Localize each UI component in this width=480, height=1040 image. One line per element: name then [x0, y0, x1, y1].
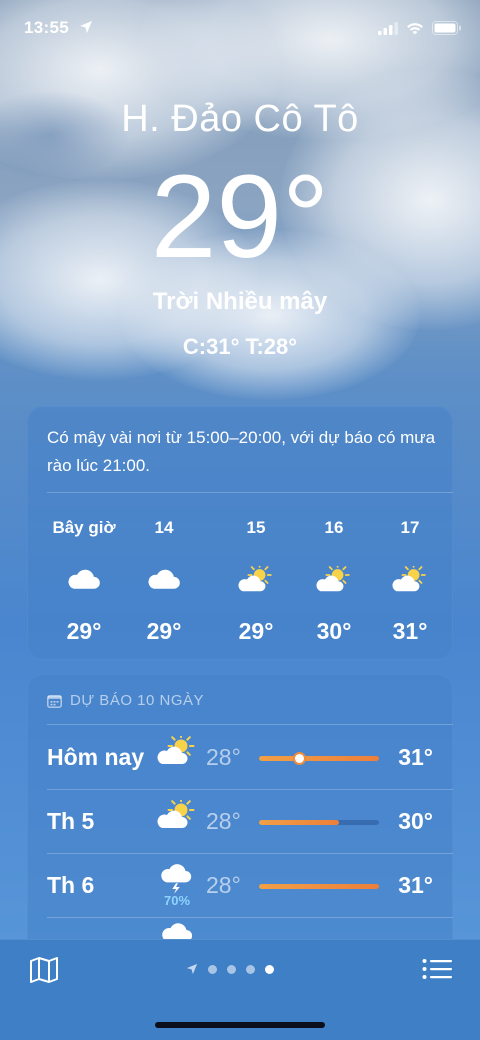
partly-sunny-icon [216, 554, 296, 604]
temperature-range-fill [259, 820, 339, 825]
hour-temperature: 29° [66, 618, 102, 644]
cloud-icon [124, 554, 204, 604]
list-icon[interactable] [422, 958, 452, 980]
current-temperature: 29° [150, 151, 330, 283]
daily-row[interactable]: Th 5 28° 30° [27, 790, 453, 854]
home-indicator [155, 1022, 325, 1028]
status-bar: 13:55 [0, 18, 480, 44]
hourly-item: 15 29° [216, 518, 296, 645]
temperature-range-bar [259, 884, 379, 889]
temperature-range-fill [259, 884, 379, 889]
divider [47, 917, 453, 918]
location-name: H. Đảo Cô Tô [121, 98, 359, 140]
location-arrow-icon [80, 21, 92, 33]
partly-sunny-icon [370, 554, 450, 604]
partly-sunny-icon [157, 800, 197, 844]
hour-label: 17 [400, 518, 420, 537]
partly-sunny-icon [294, 554, 374, 604]
wifi-icon [407, 22, 423, 34]
forecast-summary: Có mây vài nơi từ 15:00–20:00, với dự bá… [47, 428, 436, 475]
page-dot[interactable] [227, 964, 236, 974]
cellular-signal-icon [378, 21, 398, 35]
ten-day-forecast-card[interactable]: DỰ BÁO 10 NGÀY Hôm nay 28° 31° Th 5 28° 30° Th… [27, 674, 453, 974]
cloud-icon [44, 554, 124, 604]
current-temp-marker [294, 754, 304, 763]
daily-row[interactable]: Th 6 70% 28° 31° [27, 854, 453, 918]
hour-temperature: 29° [146, 618, 182, 644]
weather-condition: Trời Nhiều mây [152, 288, 328, 315]
day-label: Th 6 [47, 872, 95, 898]
hourly-item: 14 29° [124, 518, 204, 645]
temperature-range-bar [259, 754, 379, 763]
thunderstorm-icon: 70% [157, 864, 197, 908]
page-dot-active[interactable] [265, 964, 274, 974]
divider [47, 724, 453, 725]
temperature-range-fill [259, 756, 379, 761]
day-label: Th 5 [47, 808, 95, 834]
high-temperature: 31° [398, 872, 433, 898]
hourly-item: 17 31° [370, 518, 450, 645]
hour-label: 16 [324, 518, 344, 537]
temperature-range-bar [259, 820, 379, 825]
battery-icon [432, 21, 461, 35]
status-time: 13:55 [24, 18, 69, 37]
location-arrow-icon [186, 963, 198, 975]
day-label: Hôm nay [47, 744, 145, 770]
page-dot[interactable] [246, 964, 255, 974]
high-temperature: 31° [398, 744, 433, 770]
hour-temperature: 30° [316, 618, 352, 644]
map-icon[interactable] [29, 956, 59, 984]
ten-day-title: DỰ BÁO 10 NGÀY [70, 692, 205, 709]
hourly-item: Bây giờ 29° [44, 518, 124, 645]
hour-temperature: 29° [238, 618, 274, 644]
hour-label: 14 [154, 518, 174, 537]
low-temperature: 28° [206, 808, 241, 834]
hourly-forecast-card[interactable]: Có mây vài nơi từ 15:00–20:00, với dự bá… [27, 406, 453, 660]
hour-temperature: 31° [392, 618, 428, 644]
partly-sunny-icon [157, 736, 197, 780]
daily-row[interactable]: Hôm nay 28° 31° [27, 726, 453, 790]
high-temperature: 30° [398, 808, 433, 834]
calendar-icon [47, 694, 62, 708]
divider [47, 492, 453, 493]
hourly-item: 16 30° [294, 518, 374, 645]
high-low-temperature: C:31° T:28° [182, 334, 298, 359]
low-temperature: 28° [206, 744, 241, 770]
low-temperature: 28° [206, 872, 241, 898]
page-dot[interactable] [208, 964, 217, 974]
hour-label: Bây giờ [52, 518, 116, 537]
hour-label: 15 [246, 518, 266, 537]
page-indicator[interactable] [186, 963, 274, 975]
precipitation-chance: 70% [163, 893, 191, 908]
ten-day-header: DỰ BÁO 10 NGÀY [47, 692, 204, 709]
